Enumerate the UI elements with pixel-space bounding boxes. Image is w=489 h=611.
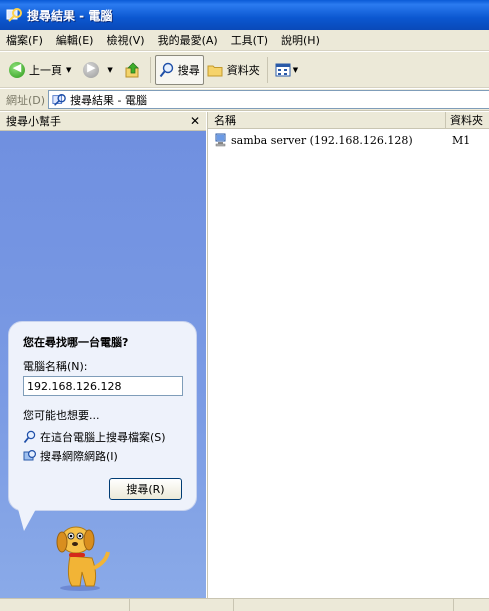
search-submit-button[interactable]: 搜尋(R) — [109, 478, 182, 500]
views-icon — [275, 63, 291, 76]
computer-name-input[interactable] — [23, 376, 183, 396]
back-dropdown-icon[interactable]: ▼ — [66, 66, 71, 74]
title-bar: 搜尋結果 - 電腦 — [0, 0, 489, 30]
also-heading: 您可能也想要... — [23, 409, 100, 422]
search-icon — [159, 62, 173, 77]
results-list: 名稱 資料夾 samba server (192.168.126.128) M1 — [207, 112, 489, 598]
toolbar-separator — [266, 56, 268, 83]
address-bar: 網址(D) 搜尋結果 - 電腦 — [0, 89, 489, 111]
menu-edit[interactable]: 編輯(E) — [56, 32, 94, 48]
window-title: 搜尋結果 - 電腦 — [27, 8, 113, 23]
search-label: 搜尋 — [177, 63, 200, 77]
folder-icon — [207, 65, 223, 76]
search-files-icon — [23, 430, 36, 444]
close-icon[interactable]: ✕ — [190, 114, 200, 128]
status-cell-zone — [234, 599, 454, 611]
menu-view[interactable]: 檢視(V) — [106, 32, 144, 48]
search-bubble: 您在尋找哪一台電腦? 電腦名稱(N): 您可能也想要... 在這台電腦上搜尋檔案… — [8, 321, 197, 511]
internet-search-icon — [23, 449, 37, 461]
bubble-tail — [18, 509, 36, 531]
forward-dropdown-icon[interactable]: ▼ — [107, 66, 112, 74]
column-header: 名稱 資料夾 — [208, 112, 489, 129]
menu-tools[interactable]: 工具(T) — [231, 32, 268, 48]
address-field[interactable]: 搜尋結果 - 電腦 — [48, 90, 489, 109]
pane-title: 搜尋小幫手 — [6, 115, 61, 128]
search-internet-link[interactable]: 搜尋網際網路(I) — [23, 448, 182, 464]
back-icon: ◀ — [9, 61, 25, 78]
search-files-link[interactable]: 在這台電腦上搜尋檔案(S) — [23, 429, 182, 445]
search-files-label: 在這台電腦上搜尋檔案(S) — [40, 431, 166, 444]
dog-assistant-icon[interactable] — [52, 516, 114, 592]
up-button[interactable] — [122, 55, 146, 85]
address-value: 搜尋結果 - 電腦 — [70, 93, 148, 107]
table-row[interactable]: samba server (192.168.126.128) M1 — [208, 131, 489, 149]
result-folder: M1 — [452, 133, 471, 147]
result-name: samba server (192.168.126.128) — [231, 133, 413, 147]
address-label: 網址(D) — [6, 93, 46, 107]
folders-label: 資料夾 — [226, 63, 260, 77]
up-folder-icon — [125, 62, 139, 77]
search-companion-pane: 搜尋小幫手 ✕ 您在尋找哪一台電腦? 電腦名稱(N): 您可能也想要... 在這… — [0, 112, 206, 598]
back-button[interactable]: ◀ 上一頁 ▼ — [6, 55, 80, 85]
pane-header: 搜尋小幫手 ✕ — [0, 112, 206, 131]
status-cell-secondary — [130, 599, 234, 611]
folders-button[interactable]: 資料夾 — [204, 55, 263, 85]
search-internet-label: 搜尋網際網路(I) — [40, 450, 118, 463]
views-button[interactable]: ▼ — [272, 55, 307, 85]
toolbar: ◀ 上一頁 ▼ ▶ ▼ 搜尋 資料夾 ▼ — [0, 52, 489, 88]
column-name-header[interactable]: 名稱 — [208, 112, 446, 128]
app-search-icon — [6, 8, 22, 22]
forward-button[interactable]: ▶ ▼ — [80, 55, 121, 85]
menu-file[interactable]: 檔案(F) — [6, 32, 43, 48]
column-folder-header[interactable]: 資料夾 — [446, 112, 483, 128]
menu-favorites[interactable]: 我的最愛(A) — [158, 32, 218, 48]
menu-help[interactable]: 說明(H) — [281, 32, 320, 48]
forward-icon: ▶ — [83, 61, 100, 78]
status-bar — [0, 598, 489, 611]
question-heading: 您在尋找哪一台電腦? — [23, 336, 129, 349]
back-label: 上一頁 — [29, 63, 62, 77]
search-results-icon — [52, 93, 66, 106]
status-cell-main — [0, 599, 130, 611]
views-dropdown-icon[interactable]: ▼ — [293, 66, 298, 74]
menu-bar: 檔案(F) 編輯(E) 檢視(V) 我的最愛(A) 工具(T) 說明(H) — [0, 30, 489, 51]
computer-name-label: 電腦名稱(N): — [23, 360, 88, 373]
toolbar-separator — [149, 56, 151, 83]
network-computer-icon — [215, 133, 226, 147]
result-name-cell[interactable]: samba server (192.168.126.128) — [208, 133, 446, 147]
search-button[interactable]: 搜尋 — [154, 54, 204, 85]
